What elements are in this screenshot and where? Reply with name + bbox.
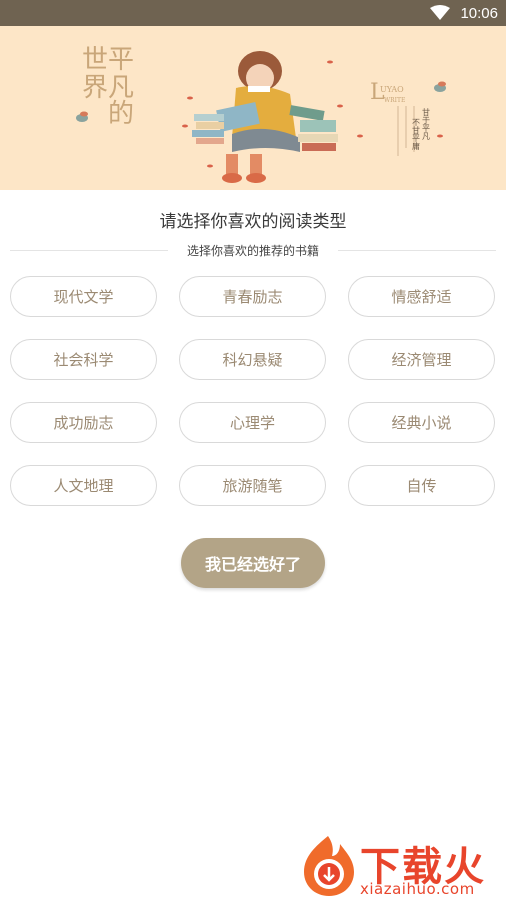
confirm-selection-button[interactable]: 我已经选好了 <box>181 538 325 588</box>
wifi-icon <box>430 5 451 20</box>
genre-grid: 现代文学 青春励志 情感舒适 社会科学 科幻悬疑 经济管理 成功励志 心理学 经… <box>10 276 495 506</box>
genre-chip[interactable]: 青春励志 <box>179 276 326 317</box>
divider-right <box>338 250 496 251</box>
genre-chip[interactable]: 情感舒适 <box>348 276 495 317</box>
genre-chip[interactable]: 旅游随笔 <box>179 465 326 506</box>
watermark-logo: 下载火 xiazaihuo.com <box>298 834 504 898</box>
svg-text:WRITE: WRITE <box>384 97 405 104</box>
banner-illustration: 世平 界凡 的 L UYAO WRITE 甘于平凡 不甘平庸 <box>0 26 506 190</box>
status-time: 10:06 <box>460 4 498 22</box>
genre-chip[interactable]: 经济管理 <box>348 339 495 380</box>
genre-chip[interactable]: 现代文学 <box>10 276 157 317</box>
genre-chip[interactable]: 经典小说 <box>348 402 495 443</box>
genre-chip[interactable]: 人文地理 <box>10 465 157 506</box>
genre-chip[interactable]: 心理学 <box>179 402 326 443</box>
watermark-domain: xiazaihuo.com <box>360 880 475 898</box>
art-text-right-2: 不甘平庸 <box>412 118 421 151</box>
flame-logo-icon <box>304 836 354 896</box>
art-text-right-1: 甘于平凡 <box>422 107 431 141</box>
page-title: 请选择你喜欢的阅读类型 <box>159 212 347 232</box>
genre-chip[interactable]: 科幻悬疑 <box>179 339 326 380</box>
genre-chip[interactable]: 社会科学 <box>10 339 157 380</box>
svg-text:UYAO: UYAO <box>380 85 404 94</box>
art-text-line-3: 的 <box>108 99 134 129</box>
genre-chip[interactable]: 成功励志 <box>10 402 157 443</box>
art-text-line-1: 世平 <box>82 45 134 75</box>
status-bar: 10:06 <box>0 0 506 26</box>
genre-chip[interactable]: 自传 <box>348 465 495 506</box>
subtitle-row: 选择你喜欢的推荐的书籍 <box>10 241 496 261</box>
